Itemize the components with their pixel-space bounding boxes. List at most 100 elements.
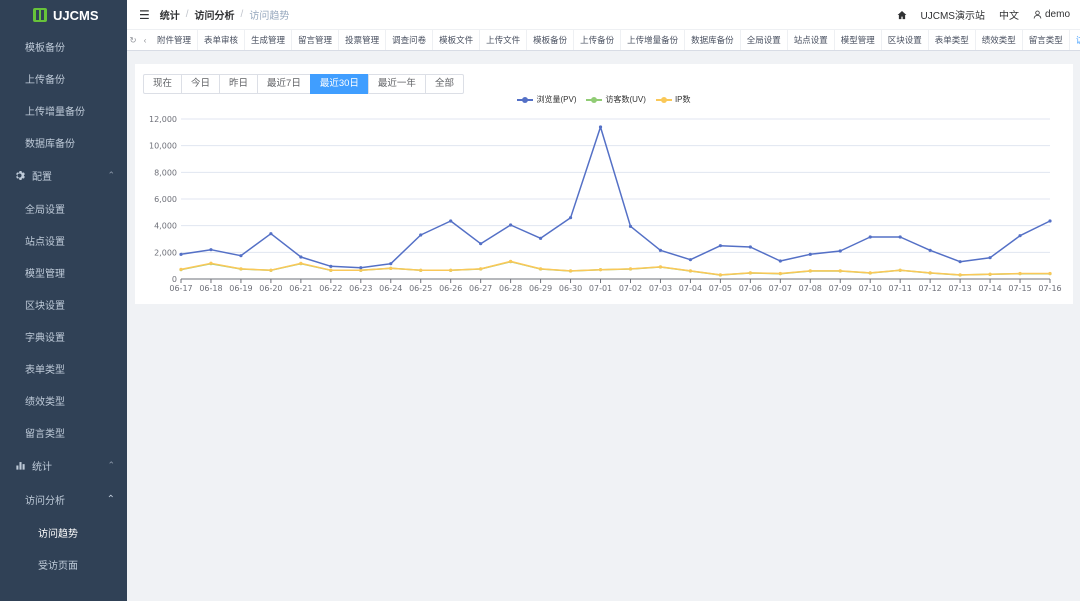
data-point (568, 216, 573, 220)
data-point (988, 272, 992, 276)
tab-survey[interactable]: 调查问卷 (386, 30, 434, 50)
tab-block-settings[interactable]: 区块设置 (882, 30, 929, 50)
x-tick-label: 07-16 (1038, 284, 1061, 293)
tab-model-management[interactable]: 模型管理 (835, 30, 882, 50)
refresh-icon[interactable]: ↻ (127, 35, 139, 46)
data-point (269, 268, 273, 272)
sidebar-item-performance-types[interactable]: 绩效类型 (0, 384, 127, 416)
sidebar-item-upload-backup[interactable]: 上传备份 (0, 62, 127, 94)
x-tick-label: 06-26 (439, 284, 462, 293)
header-actions: UJCMS演示站 中文 demo (897, 7, 1080, 22)
tab-upload-files[interactable]: 上传文件 (480, 30, 528, 50)
tab-vote-management[interactable]: 投票管理 (339, 30, 387, 50)
data-point (329, 264, 333, 268)
data-point (1018, 271, 1022, 276)
tab-template-backup[interactable]: 模板备份 (527, 30, 575, 50)
breadcrumb-item[interactable]: 访问分析 (195, 7, 235, 22)
tab-performance-types[interactable]: 绩效类型 (976, 30, 1023, 50)
site-switcher[interactable]: UJCMS演示站 (921, 7, 985, 22)
sidebar-item-global-settings[interactable]: 全局设置 (0, 192, 127, 224)
header: ☰ 统计 / 访问分析 / 访问趋势 UJCMS演示站 中文 demo (127, 0, 1080, 30)
tab-visit-trend[interactable]: 访问趋势 × (1070, 30, 1080, 50)
sidebar-sub-visit-analysis[interactable]: 访问分析 ⌃ (0, 482, 127, 516)
line-chart: 0 2,000 4,000 6,000 8,000 10,000 12,000 06-17 06… (149, 115, 1062, 293)
data-point (239, 267, 243, 271)
x-tick-label: 07-14 (978, 284, 1001, 293)
data-point (389, 266, 393, 270)
breadcrumb-item[interactable]: 统计 (160, 7, 180, 22)
sidebar-item-site-settings[interactable]: 站点设置 (0, 224, 127, 256)
breadcrumb-current: 访问趋势 (249, 11, 290, 22)
x-tick-label: 07-01 (589, 284, 612, 293)
x-tick-label: 06-22 (319, 284, 342, 293)
tab-attachment-management[interactable]: 附件管理 (151, 30, 199, 50)
sidebar-config-list: 全局设置 站点设置 模型管理 区块设置 字典设置 表单类型 绩效类型 留言类型 (0, 192, 127, 448)
sidebar-item-template-backup[interactable]: 模板备份 (0, 30, 127, 62)
tab-global-settings[interactable]: 全局设置 (741, 30, 788, 50)
tab-form-review[interactable]: 表单审核 (198, 30, 246, 50)
sidebar-group-stats[interactable]: 统计 ⌃ (0, 448, 127, 482)
data-point (988, 256, 992, 260)
tab-generate-management[interactable]: 生成管理 (245, 30, 293, 50)
tab-site-settings[interactable]: 站点设置 (788, 30, 835, 50)
tab-upload-incremental-backup[interactable]: 上传增量备份 (621, 30, 686, 50)
logo-text: UJCMS (53, 7, 99, 23)
data-point (958, 260, 962, 264)
language-switcher[interactable]: 中文 (999, 7, 1019, 22)
data-point (299, 255, 303, 259)
chevron-left-icon[interactable]: ‹ (139, 35, 151, 45)
data-point (838, 249, 842, 253)
y-tick-label: 4,000 (154, 222, 177, 231)
sidebar-group-stats-label: 统计 (32, 461, 52, 473)
breadcrumb-separator: / (185, 9, 189, 20)
sidebar-item-database-backup[interactable]: 数据库备份 (0, 126, 127, 158)
sidebar-item-message-types[interactable]: 留言类型 (0, 416, 127, 448)
data-point (479, 242, 483, 246)
sidebar-item-dict-settings[interactable]: 字典设置 (0, 320, 127, 352)
tab-message-types[interactable]: 留言类型 (1023, 30, 1070, 50)
data-point (239, 254, 243, 258)
x-tick-label: 07-13 (948, 284, 971, 293)
sidebar-item-model-management[interactable]: 模型管理 (0, 256, 127, 288)
data-point (449, 268, 453, 272)
tab-upload-backup[interactable]: 上传备份 (574, 30, 622, 50)
data-point (928, 271, 932, 275)
tab-form-types[interactable]: 表单类型 (929, 30, 976, 50)
tab-database-backup[interactable]: 数据库备份 (685, 30, 741, 50)
data-point (509, 223, 513, 227)
x-tick-label: 07-06 (739, 284, 762, 293)
sidebar-item-upload-incremental-backup[interactable]: 上传增量备份 (0, 94, 127, 126)
data-point (718, 244, 722, 248)
tab-message-management[interactable]: 留言管理 (292, 30, 340, 50)
data-point (778, 259, 782, 263)
data-point (269, 232, 273, 236)
logo[interactable]: UJCMS (0, 0, 127, 30)
y-tick-label: 0 (172, 275, 177, 284)
sidebar-item-block-settings[interactable]: 区块设置 (0, 288, 127, 320)
x-tick-label: 06-29 (529, 284, 552, 293)
gear-icon (16, 170, 25, 180)
sidebar-group-config-label: 配置 (32, 171, 52, 183)
x-tick-label: 06-20 (259, 284, 282, 293)
x-tick-label: 06-27 (469, 284, 492, 293)
data-point (359, 266, 363, 270)
tab-template-files[interactable]: 模板文件 (433, 30, 481, 50)
home-icon[interactable] (897, 10, 907, 20)
user-name: demo (1044, 9, 1070, 20)
data-point (928, 248, 932, 252)
y-tick-label: 6,000 (154, 195, 177, 204)
data-point (778, 271, 782, 276)
hamburger-icon[interactable]: ☰ (139, 8, 150, 22)
chart-card: 现在 今日 昨日 最近7日 最近30日 最近一年 全部 浏览量(PV) 访客数(… (135, 64, 1073, 304)
series-line (180, 126, 1051, 269)
sidebar-group-config[interactable]: 配置 ⌃ (0, 158, 127, 192)
data-point (1018, 234, 1022, 238)
user-menu[interactable]: demo (1033, 9, 1070, 20)
chevron-up-icon: ⌃ (107, 459, 115, 470)
y-tick-label: 12,000 (149, 115, 177, 124)
x-tick-label: 06-18 (199, 284, 222, 293)
sidebar-item-visited-pages[interactable]: 受访页面 (0, 548, 127, 580)
sidebar-item-form-types[interactable]: 表单类型 (0, 352, 127, 384)
chevron-up-icon: ⌃ (107, 169, 115, 180)
sidebar-item-visit-trend[interactable]: 访问趋势 (0, 516, 127, 548)
